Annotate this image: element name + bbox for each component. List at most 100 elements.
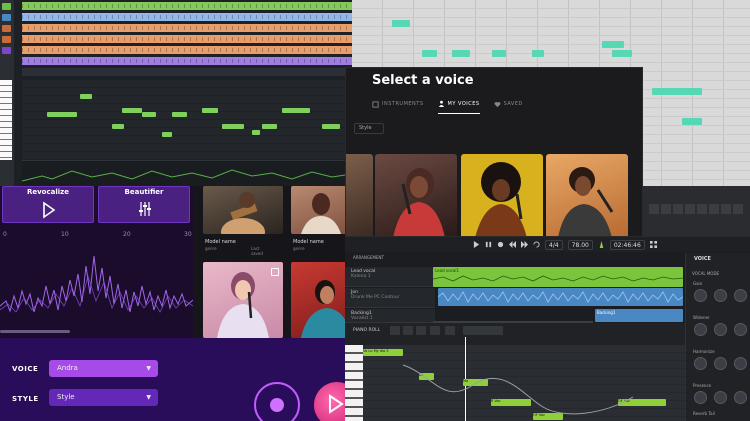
pause-icon[interactable] [485, 241, 492, 248]
tempo-field[interactable]: 78.00 [567, 239, 593, 250]
midi-note[interactable] [80, 94, 92, 99]
piano-roll-grid[interactable]: Vo Lu My dia 3 Di Ma fl Voc OF Voc OF Vo… [363, 337, 685, 421]
midi-note[interactable] [612, 50, 632, 57]
knob[interactable] [694, 323, 707, 336]
track-header[interactable]: Jon Drunk Me PC Contour [345, 288, 435, 308]
tool-button[interactable] [2, 36, 11, 43]
rewind-icon[interactable] [509, 241, 516, 248]
midi-note[interactable] [602, 41, 624, 48]
knob[interactable] [714, 289, 727, 302]
loop-icon[interactable] [533, 241, 540, 248]
fast-forward-icon[interactable] [521, 241, 528, 248]
style-dropdown[interactable]: Style [354, 123, 384, 134]
tool-button[interactable] [2, 25, 11, 32]
track-clip[interactable] [22, 24, 352, 32]
metronome-icon[interactable] [598, 241, 605, 248]
voice-card[interactable] [375, 154, 457, 236]
horizontal-scrollbar[interactable] [0, 330, 70, 333]
voice-card[interactable] [546, 154, 628, 236]
knob-section: Gain [693, 281, 703, 286]
play-icon[interactable] [473, 241, 480, 248]
knob[interactable] [694, 391, 707, 404]
velocity-lane[interactable] [21, 160, 352, 186]
record-icon[interactable] [497, 241, 504, 248]
knob[interactable] [714, 391, 727, 404]
midi-note[interactable] [122, 108, 142, 113]
track-header[interactable]: Lead vocal Kalena 1 [345, 267, 435, 287]
track-clip[interactable] [22, 35, 352, 43]
voice-select[interactable]: Andra ▼ [49, 360, 158, 377]
model-card[interactable]: Model name genre Last saved [193, 186, 283, 256]
piano-keys[interactable] [0, 80, 12, 160]
tool-button[interactable] [2, 14, 11, 21]
cursor-icon[interactable] [403, 326, 413, 335]
pencil-icon[interactable] [390, 326, 400, 335]
knob[interactable] [734, 391, 747, 404]
knob-section: Widener [693, 315, 710, 320]
grid-icon[interactable] [649, 241, 657, 248]
time-signature[interactable]: 4/4 [545, 239, 563, 250]
knob[interactable] [734, 357, 747, 370]
convert-button[interactable] [314, 382, 345, 421]
audio-clip[interactable] [437, 288, 684, 306]
midi-note[interactable] [47, 112, 77, 117]
tool-button[interactable] [2, 47, 11, 54]
midi-note[interactable] [262, 124, 277, 129]
midi-note[interactable] [162, 132, 172, 137]
midi-note[interactable] [142, 112, 156, 117]
audio-clip[interactable]: Backing1 [595, 309, 683, 322]
track-sub: Vocalist 1 [351, 316, 373, 321]
piano-roll-grid[interactable] [22, 80, 352, 160]
midi-note[interactable] [252, 130, 260, 135]
tab-label: MY VOICES [447, 100, 480, 107]
track-header[interactable]: Backing1 Vocalist 1 [345, 309, 435, 323]
beautifier-button[interactable]: Beautifier [98, 186, 190, 223]
revocalize-button[interactable]: Revocalize [2, 186, 94, 223]
audio-clip[interactable]: Lead vocal1 [433, 267, 683, 287]
knob[interactable] [694, 357, 707, 370]
tool-button[interactable] [2, 3, 11, 10]
beautifier-label: Beautifier [124, 188, 164, 196]
track-clip[interactable] [22, 13, 352, 21]
midi-note[interactable] [222, 124, 244, 129]
piano-keys[interactable] [345, 345, 363, 421]
style-select[interactable]: Style ▼ [49, 389, 158, 406]
track-clip[interactable] [22, 57, 352, 65]
track-clip[interactable] [649, 204, 744, 214]
record-button[interactable] [254, 382, 300, 421]
midi-note[interactable] [452, 50, 470, 57]
tool-button[interactable] [430, 326, 440, 335]
midi-note[interactable] [652, 88, 702, 95]
midi-note[interactable] [422, 50, 437, 57]
select-checkbox[interactable] [271, 268, 279, 276]
midi-note[interactable] [532, 50, 544, 57]
voice-card[interactable] [461, 154, 543, 236]
voice-card[interactable] [346, 154, 373, 236]
midi-note[interactable] [322, 124, 340, 129]
tab-my-voices[interactable]: MY VOICES [437, 94, 480, 114]
model-card[interactable] [193, 262, 283, 338]
scissors-icon[interactable] [416, 326, 426, 335]
knob[interactable] [714, 357, 727, 370]
tab-saved[interactable]: SAVED [494, 94, 523, 114]
model-card[interactable] [283, 262, 345, 338]
knob[interactable] [714, 323, 727, 336]
track-clip[interactable] [22, 46, 352, 54]
snap-dropdown[interactable] [463, 326, 503, 335]
tab-instruments[interactable]: INSTRUMENTS [372, 94, 424, 114]
timeline-ruler[interactable] [22, 68, 352, 76]
midi-note[interactable] [282, 108, 310, 113]
knob[interactable] [734, 289, 747, 302]
tool-button[interactable] [445, 326, 455, 335]
track-clip[interactable] [22, 2, 352, 10]
model-card[interactable]: Model name genre [283, 186, 345, 254]
knob[interactable] [734, 323, 747, 336]
model-photo [291, 186, 345, 234]
midi-note[interactable] [172, 112, 187, 117]
midi-note[interactable] [682, 118, 702, 125]
midi-note[interactable] [392, 20, 410, 27]
midi-note[interactable] [492, 50, 506, 57]
midi-note[interactable] [112, 124, 124, 129]
knob[interactable] [694, 289, 707, 302]
midi-note[interactable] [202, 108, 218, 113]
